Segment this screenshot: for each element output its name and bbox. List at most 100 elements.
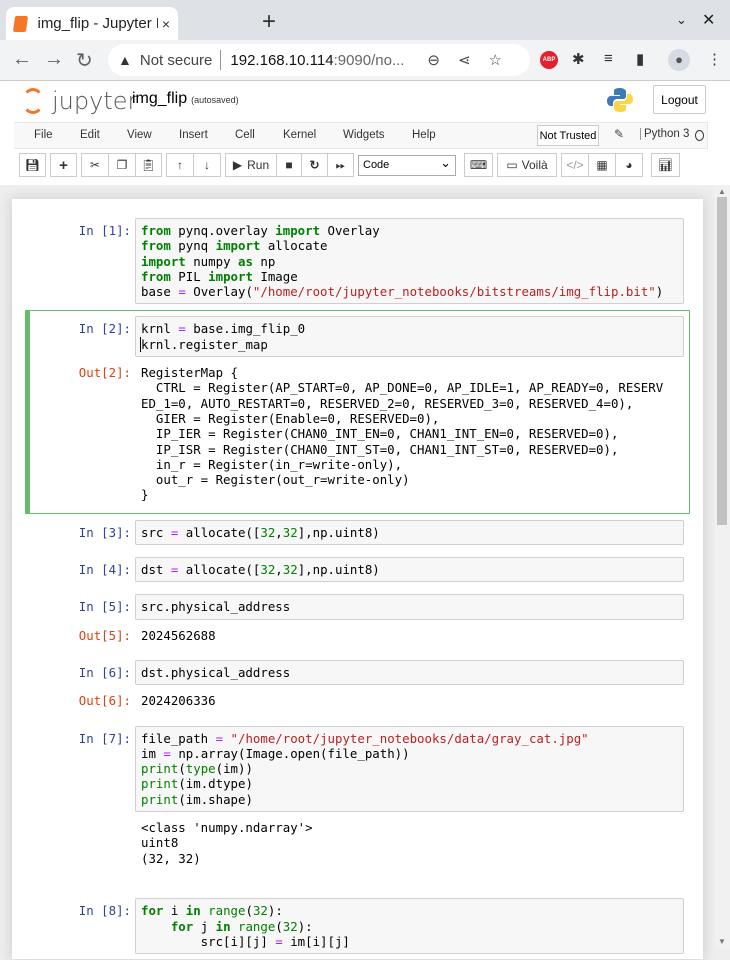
code-token: print (141, 791, 179, 807)
restart-button[interactable]: ↻ (301, 153, 328, 177)
code-token: ( (245, 903, 253, 919)
jupyter-logo[interactable]: jupyter (22, 87, 137, 115)
menu-edit[interactable]: Edit (80, 129, 100, 141)
code-line: dst = allocate([32,32],np.uint8) (141, 562, 678, 577)
notebook-name[interactable]: img_flip (132, 90, 187, 107)
code-token: rnl.register_map (148, 336, 268, 352)
security-label: Not secure (139, 51, 213, 69)
notebook-title[interactable]: img_flip (autosaved) (132, 90, 239, 108)
menu-help[interactable]: Help (412, 129, 436, 141)
insert-cell-button[interactable]: + (50, 153, 77, 177)
code-token: "/home/root/jupyter_notebooks/data/gray_… (230, 730, 589, 746)
zoom-share-bookmark-icons[interactable]: ⊖⋖☆ (427, 51, 520, 69)
code-editor[interactable]: dst = allocate([32,32],np.uint8) (135, 557, 684, 583)
browser-tab[interactable]: img_flip - Jupyter Notebook × (6, 7, 178, 40)
code-token: 32 (282, 918, 298, 934)
back-icon[interactable]: ← (12, 48, 32, 71)
code-token: from (141, 268, 171, 284)
close-tab-icon[interactable]: × (162, 16, 170, 32)
input-prompt: In [4]: (78, 562, 131, 578)
code-token: for (170, 918, 194, 934)
run-button[interactable]: ▶ Run (225, 153, 277, 177)
code-toggle-button[interactable]: </> (561, 153, 589, 177)
code-editor[interactable]: file_path = "/home/root/jupyter_notebook… (135, 725, 684, 813)
kernel-name[interactable]: Python 3 (640, 128, 689, 140)
cell-type-select[interactable]: Code (358, 153, 456, 176)
not-trusted-button[interactable]: Not Trusted (537, 125, 599, 146)
code-token: as (237, 253, 253, 269)
code-token: Overlay( (185, 284, 253, 300)
menu-icon[interactable]: ⋮ (707, 50, 722, 68)
grid-button[interactable]: ▦ (588, 153, 616, 177)
side-panel-icon[interactable]: ▮ (636, 50, 644, 68)
code-cell[interactable]: In [1]: from pynq.overlay import Overlay f… (25, 212, 690, 310)
reading-list-icon[interactable]: ≡ (604, 50, 613, 67)
code-token: (im)) (215, 761, 253, 777)
interrupt-button[interactable]: ■ (276, 153, 302, 177)
copy-button[interactable]: ❐ (108, 153, 136, 177)
paste-button[interactable]: 📋︎ (135, 153, 162, 177)
tab-search-chevron-icon[interactable]: ⌄ (676, 12, 687, 28)
scroll-up-icon[interactable]: ▲ (718, 187, 726, 196)
command-palette-button[interactable]: ⌨ (464, 153, 493, 177)
code-cell[interactable]: In [2]: krnl = base.img_flip_0 krnl.regist… (25, 310, 690, 514)
extensions-icon[interactable]: ✱ (572, 50, 585, 68)
logout-button[interactable]: Logout (653, 85, 706, 114)
code-token: 32 (282, 562, 298, 578)
move-up-button[interactable]: ↑ (166, 153, 194, 177)
menu-cell[interactable]: Cell (235, 129, 255, 141)
code-cell[interactable]: In [7]: file_path = "/home/root/jupyter_n… (25, 720, 690, 893)
code-cell[interactable]: In [6]: dst.physical_address Out[6]: 202420… (25, 654, 690, 720)
code-token: = (275, 933, 283, 949)
scrollbar-thumb[interactable] (717, 197, 727, 525)
code-editor[interactable]: src = allocate([32,32],np.uint8) (135, 519, 684, 546)
output-row: Out[2]: RegisterMap { CTRL = Register(AP_… (31, 360, 684, 508)
code-editor[interactable]: dst.physical_address (135, 659, 684, 686)
url-bar[interactable]: ▲ Not secure 192.168.10.114:9090/no... ⊖… (108, 44, 530, 76)
code-editor[interactable]: krnl = base.img_flip_0 krnl.register_map (135, 316, 684, 358)
python-logo-icon (607, 88, 633, 112)
output-prompt: Out[5]: (78, 627, 131, 643)
voila-button[interactable]: ▭ Voilà (497, 153, 557, 177)
restart-icon: ↻ (309, 158, 320, 172)
output-text: 2024206336 (141, 693, 216, 709)
code-token: im (141, 745, 164, 761)
move-down-button[interactable]: ↓ (193, 153, 221, 177)
grid-icon: ▦ (596, 158, 608, 172)
scrollbar[interactable]: ▲ ▼ (715, 185, 730, 949)
menu-view[interactable]: View (127, 129, 152, 141)
code-cell[interactable]: In [3]: src = allocate([32,32],np.uint8) (25, 514, 690, 551)
input-row: In [1]: from pynq.overlay import Overlay f… (31, 218, 684, 305)
save-button[interactable]: 💾︎ (19, 153, 46, 177)
adblock-icon[interactable]: ABP (540, 51, 558, 69)
code-editor[interactable]: for i in range(32): for j in range(32): … (135, 898, 684, 955)
forward-icon[interactable]: → (44, 48, 64, 71)
menu-kernel[interactable]: Kernel (283, 129, 316, 141)
code-cell[interactable]: In [4]: dst = allocate([32,32],np.uint8) (25, 551, 690, 588)
code-editor[interactable]: src.physical_address (135, 594, 684, 620)
menu-file[interactable]: File (34, 129, 53, 141)
output-prompt: Out[6]: (78, 693, 131, 709)
code-token: from (141, 238, 171, 254)
play-icon: ▶ (232, 158, 243, 172)
new-tab-button[interactable]: + (262, 8, 276, 36)
reload-icon[interactable]: ↻ (76, 48, 93, 73)
dashboard-button[interactable]: ◕ (615, 153, 643, 177)
profile-avatar-icon[interactable]: ● (668, 49, 690, 71)
code-cell[interactable]: In [8]: for i in range(32): for j in rang… (25, 892, 690, 960)
chart-button[interactable]: 📊︎ (651, 153, 680, 177)
input-row: In [8]: for i in range(32): for j in rang… (31, 898, 684, 955)
run-label: Run (247, 158, 270, 172)
restart-run-all-button[interactable]: ⏩︎ (327, 153, 354, 177)
code-token: ) (655, 284, 664, 300)
scroll-down-icon[interactable]: ▼ (718, 937, 726, 946)
output-prompt (31, 815, 135, 886)
menu-widgets[interactable]: Widgets (343, 129, 385, 141)
menu-insert[interactable]: Insert (179, 129, 208, 141)
code-cell[interactable]: In [5]: src.physical_address Out[5]: 202456… (25, 588, 690, 654)
window-close-icon[interactable]: ✕ (702, 10, 715, 30)
warning-icon: ▲ (118, 52, 132, 68)
edit-pencil-icon[interactable]: ✎ (614, 127, 624, 141)
cut-button[interactable]: ✂ (81, 153, 109, 177)
code-editor[interactable]: from pynq.overlay import Overlay from pyn… (135, 218, 684, 305)
